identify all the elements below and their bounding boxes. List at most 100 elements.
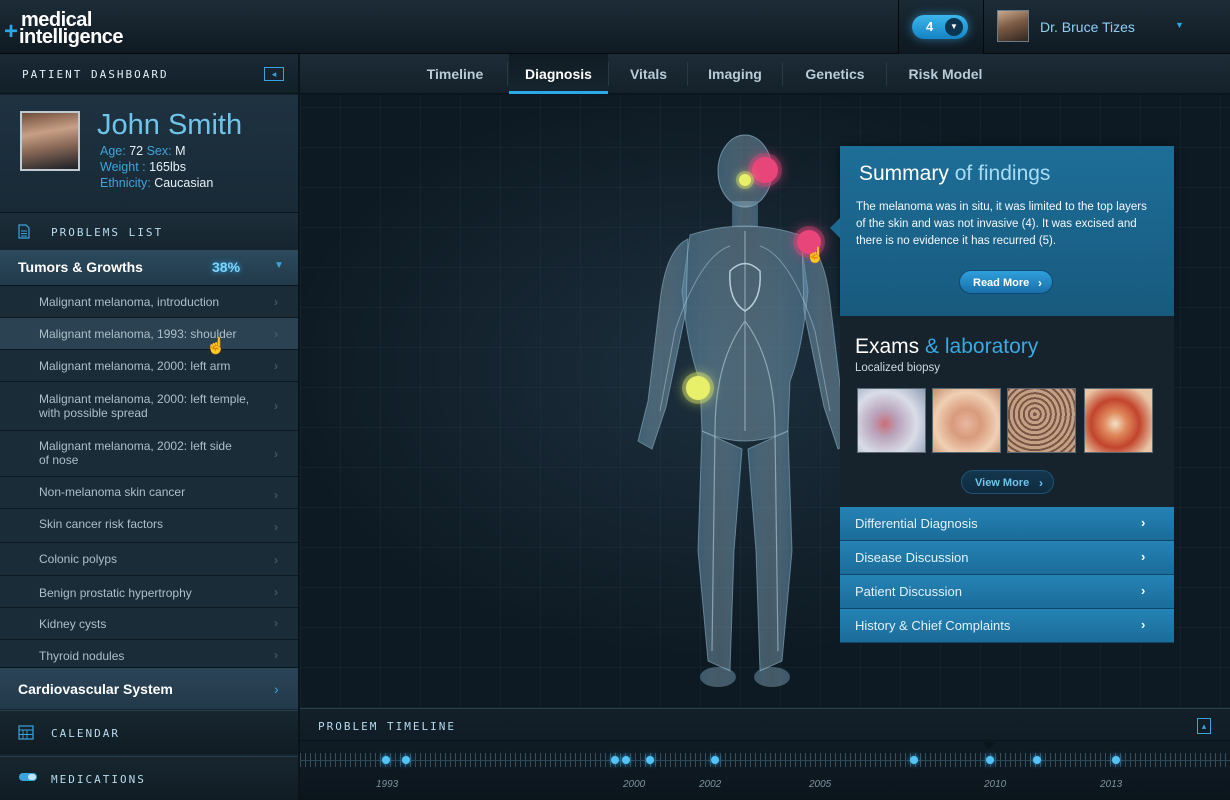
chevron-right-icon: › (1141, 549, 1146, 564)
timeline-event-dot[interactable] (402, 756, 410, 764)
age-label: Age: (100, 144, 126, 158)
tab-risk-model[interactable]: Risk Model (889, 54, 1002, 94)
chevron-right-icon: › (1141, 617, 1146, 632)
summary-title-main: Summary (859, 162, 949, 185)
read-more-label: Read More (973, 277, 1030, 289)
ethnicity-value: Caucasian (154, 176, 214, 190)
tab-divider (687, 62, 688, 86)
notification-count: 4 (926, 19, 934, 34)
timeline-event-dot[interactable] (1112, 756, 1120, 764)
problem-item[interactable]: Malignant melanoma, 2000: left temple, w… (0, 382, 298, 431)
medications-label: MEDICATIONS (51, 773, 146, 786)
user-name: Dr. Bruce Tizes (1040, 19, 1135, 35)
notification-area: 4 ▼ (898, 0, 984, 54)
problem-item-label: Malignant melanoma, 1993: shoulder (39, 327, 237, 341)
app-logo[interactable]: + medical intelligence (4, 6, 134, 48)
chevron-down-icon[interactable]: ▼ (1175, 20, 1184, 30)
timeline-year-label: 2005 (809, 779, 832, 790)
view-more-button[interactable]: View More › (961, 470, 1054, 494)
pill-icon (18, 770, 38, 787)
timeline-year-label: 1993 (376, 779, 399, 790)
problem-item-selected[interactable]: Malignant melanoma, 1993: shoulder › (0, 318, 298, 350)
timeline-event-dot[interactable] (382, 756, 390, 764)
disease-discussion-row[interactable]: Disease Discussion › (840, 541, 1174, 575)
tab-divider (782, 62, 783, 86)
sidebar-header: PATIENT DASHBOARD ◂ (0, 54, 298, 94)
problem-item[interactable]: Benign prostatic hypertrophy › (0, 576, 298, 608)
problem-item-label: Non-melanoma skin cancer (39, 485, 186, 499)
patient-weight: Weight : 165lbs (100, 160, 186, 174)
calendar-label: CALENDAR (51, 727, 120, 740)
timeline-event-dot[interactable] (1033, 756, 1041, 764)
timeline-event-dot[interactable] (622, 756, 630, 764)
patient-discussion-row[interactable]: Patient Discussion › (840, 575, 1174, 609)
chevron-right-icon: › (274, 681, 279, 697)
tab-imaging[interactable]: Imaging (690, 54, 780, 94)
problems-list-label: PROBLEMS LIST (51, 226, 164, 239)
sex-value: M (175, 144, 186, 158)
patient-avatar (20, 111, 80, 171)
problem-item[interactable]: Malignant melanoma, 2000: left arm › (0, 350, 298, 382)
problem-group-title: Tumors & Growths (18, 259, 143, 275)
row-label: Patient Discussion (855, 584, 962, 599)
lesion-marker-temple[interactable] (752, 157, 778, 183)
problem-item[interactable]: Kidney cysts › (0, 608, 298, 640)
tab-genetics[interactable]: Genetics (785, 54, 885, 94)
biopsy-thumbnail[interactable] (857, 388, 926, 453)
row-label: History & Chief Complaints (855, 618, 1011, 633)
lesion-marker-arm[interactable] (686, 376, 710, 400)
lesion-marker-nose[interactable] (739, 174, 751, 186)
tab-timeline[interactable]: Timeline (410, 54, 500, 94)
chevron-right-icon: › (274, 488, 278, 502)
patient-ethnicity: Ethnicity: Caucasian (100, 176, 213, 190)
problem-group-cardiovascular[interactable]: Cardiovascular System › (0, 667, 298, 709)
differential-diagnosis-row[interactable]: Differential Diagnosis › (840, 507, 1174, 541)
chevron-right-icon: › (274, 399, 278, 413)
notification-button[interactable]: 4 ▼ (912, 15, 968, 39)
document-icon (18, 224, 32, 240)
biopsy-thumbnail[interactable] (1007, 388, 1076, 453)
problem-group-title: Cardiovascular System (18, 681, 173, 697)
age-value: 72 (129, 144, 144, 158)
biopsy-thumbnail[interactable] (1084, 388, 1153, 453)
calendar-icon (18, 724, 34, 744)
timeline-event-dot[interactable] (711, 756, 719, 764)
anatomy-figure (637, 134, 853, 687)
problem-item[interactable]: Skin cancer risk factors › (0, 509, 298, 543)
chevron-right-icon: › (274, 327, 278, 341)
timeline-event-dot[interactable] (910, 756, 918, 764)
timeline-pointer-icon (982, 742, 996, 749)
problem-item[interactable]: Colonic polyps › (0, 543, 298, 576)
calendar-nav[interactable]: CALENDAR (0, 710, 298, 754)
user-menu[interactable]: Dr. Bruce Tizes ▼ (985, 0, 1230, 54)
tab-vitals[interactable]: Vitals (611, 54, 686, 94)
problem-group-percent: 38% (212, 259, 241, 275)
hand-cursor-icon: ☝ (206, 338, 226, 355)
problem-item[interactable]: Non-melanoma skin cancer › (0, 477, 298, 509)
exams-subtitle: Localized biopsy (855, 362, 941, 374)
problem-item-label: Kidney cysts (39, 617, 107, 631)
problems-list-header[interactable]: PROBLEMS LIST (0, 213, 298, 251)
medications-nav[interactable]: MEDICATIONS (0, 756, 298, 800)
problem-group-tumors[interactable]: Tumors & Growths 38% ▼ (0, 250, 298, 286)
weight-value: 165lbs (149, 160, 186, 174)
timeline-year-label: 2002 (699, 779, 722, 790)
problem-item[interactable]: Malignant melanoma, 2002: left side of n… (0, 431, 298, 477)
exams-title-main: Exams (855, 335, 920, 358)
timeline-event-dot[interactable] (646, 756, 654, 764)
collapse-sidebar-icon[interactable]: ◂ (264, 67, 284, 81)
tab-diagnosis[interactable]: Diagnosis (509, 54, 608, 94)
chevron-right-icon: › (1038, 276, 1042, 290)
timeline-event-dot[interactable] (611, 756, 619, 764)
problem-item[interactable]: Malignant melanoma, introduction › (0, 286, 298, 318)
chevron-right-icon: › (274, 359, 278, 373)
hand-cursor-icon: ☝ (806, 247, 825, 264)
timeline-event-dot[interactable] (986, 756, 994, 764)
read-more-button[interactable]: Read More › (959, 270, 1053, 294)
history-chief-complaints-row[interactable]: History & Chief Complaints › (840, 609, 1174, 643)
expand-timeline-icon[interactable]: ▴ (1197, 718, 1211, 734)
chevron-down-icon: ▼ (945, 18, 963, 36)
chevron-right-icon: › (274, 553, 278, 567)
problem-item-label: Benign prostatic hypertrophy (39, 586, 192, 600)
biopsy-thumbnail[interactable] (932, 388, 1001, 453)
